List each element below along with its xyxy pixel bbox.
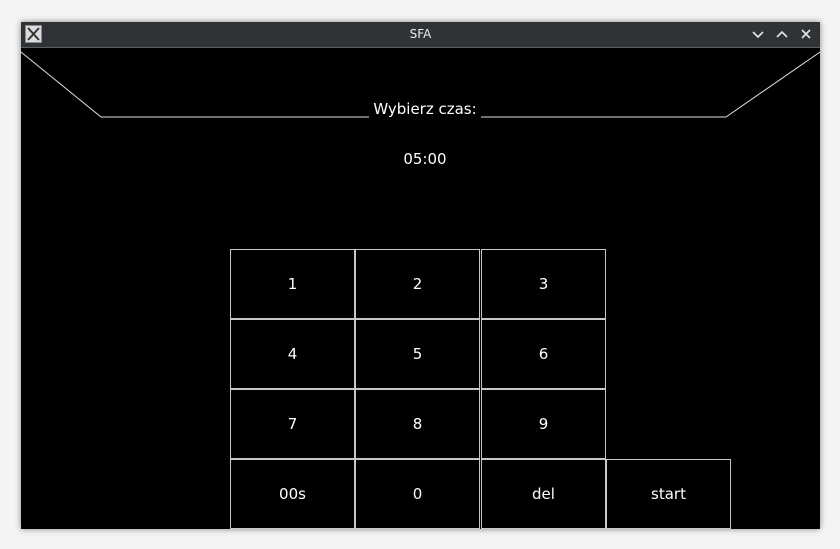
- key-1[interactable]: 1: [230, 249, 355, 319]
- close-icon: [801, 29, 811, 39]
- main-content: Wybierz czas: 05:00 1 2 3 4 5 6 7 8 9 00…: [21, 48, 820, 529]
- key-0[interactable]: 0: [355, 459, 480, 529]
- key-4[interactable]: 4: [230, 319, 355, 389]
- maximize-button[interactable]: [772, 24, 792, 44]
- app-window: SFA Wybierz czas: 05:00 1 2 3 4 5 6 7 8 …: [21, 22, 820, 529]
- chevron-down-icon: [752, 31, 764, 39]
- title-bar[interactable]: SFA: [21, 22, 820, 48]
- key-00s[interactable]: 00s: [230, 459, 355, 529]
- key-9[interactable]: 9: [481, 389, 606, 459]
- key-3[interactable]: 3: [481, 249, 606, 319]
- key-6[interactable]: 6: [481, 319, 606, 389]
- key-8[interactable]: 8: [355, 389, 480, 459]
- key-7[interactable]: 7: [230, 389, 355, 459]
- start-button[interactable]: start: [606, 459, 731, 529]
- key-2[interactable]: 2: [355, 249, 480, 319]
- time-display: 05:00: [403, 150, 447, 168]
- close-button[interactable]: [796, 24, 816, 44]
- chevron-up-icon: [776, 30, 788, 38]
- key-5[interactable]: 5: [355, 319, 480, 389]
- window-title: SFA: [409, 27, 432, 41]
- minimize-button[interactable]: [748, 24, 768, 44]
- heading-label: Wybierz czas:: [369, 98, 481, 120]
- delete-button[interactable]: del: [481, 459, 606, 529]
